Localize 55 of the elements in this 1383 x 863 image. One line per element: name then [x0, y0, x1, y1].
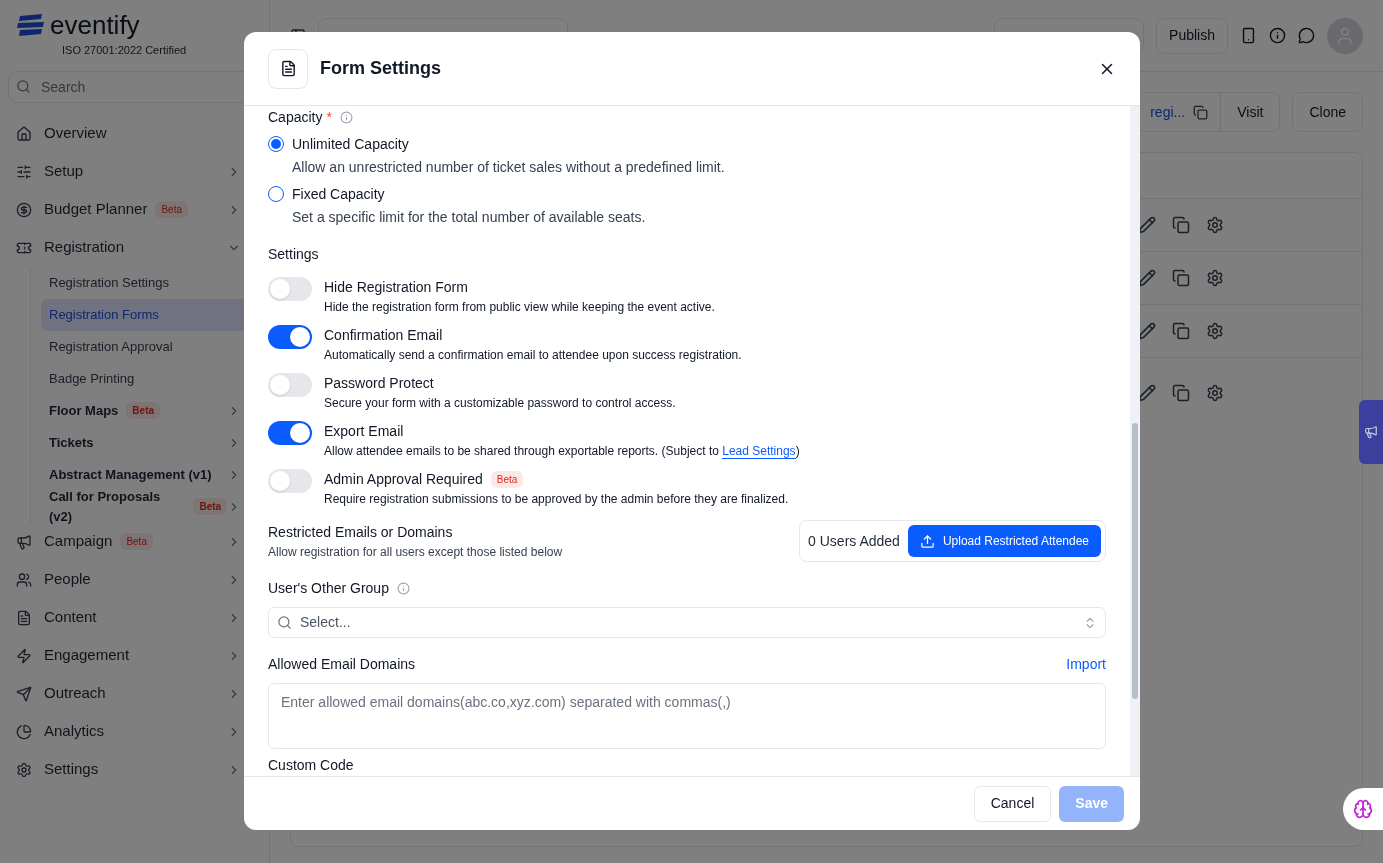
- domains-field[interactable]: Enter allowed email domains(abc.co,xyz.com) separated with commas(,): [268, 683, 1106, 749]
- sidebar-item[interactable]: Outreach: [8, 674, 261, 713]
- beta-badge: Beta: [155, 201, 188, 218]
- sidebar-item[interactable]: Analytics: [8, 712, 261, 751]
- registration-link[interactable]: regi...: [1138, 101, 1221, 123]
- setting-label: Export Email: [324, 422, 404, 441]
- option-label: Unlimited Capacity: [292, 135, 410, 154]
- sidebar-item[interactable]: Setup: [8, 152, 261, 191]
- setting-label: Confirmation Email: [324, 326, 443, 345]
- beta-badge: Beta: [490, 471, 524, 488]
- clone-button[interactable]: Clone: [1292, 92, 1363, 132]
- import-link[interactable]: Import: [1066, 654, 1106, 676]
- settings-heading: Settings: [268, 245, 320, 264]
- custom-code-heading: Custom Code: [268, 756, 355, 775]
- setting-label: Hide Registration Form: [324, 278, 468, 297]
- sidebar-subitem[interactable]: Abstract Management (v1): [41, 458, 261, 491]
- cancel-button[interactable]: Cancel: [973, 785, 1052, 822]
- group-select[interactable]: Select...: [268, 607, 1106, 639]
- sidebar-item[interactable]: Content: [8, 598, 261, 637]
- setting-description: Secure your form with a customizable password to control access.: [324, 395, 676, 412]
- option-description: Set a specific limit for the total number of available seats.: [292, 208, 646, 227]
- group-label: User's Other Group: [268, 579, 389, 598]
- sidebar-item[interactable]: Overview: [8, 114, 261, 153]
- setting-description: Automatically send a confirmation email to attendee upon success registration.: [324, 347, 742, 364]
- lead-settings-link[interactable]: Lead Settings: [722, 444, 796, 459]
- setting-description: Hide the registration form from public view while keeping the event active.: [324, 299, 715, 316]
- domains-label: Allowed Email Domains: [268, 655, 417, 675]
- capacity-label: Capacity: [268, 108, 323, 127]
- beta-badge: Beta: [120, 533, 153, 550]
- publish-button[interactable]: Publish: [1156, 17, 1228, 54]
- restricted-title: Restricted Emails or Domains: [268, 522, 454, 542]
- setting-description: Allow attendee emails to be shared through exportable reports. (Subject to Lead Settings): [324, 443, 800, 460]
- certification-text: ISO 27001:2022 Certified: [62, 43, 188, 58]
- setting-label: Admin Approval Required: [324, 470, 483, 489]
- setting-label: Password Protect: [324, 374, 434, 393]
- option-description: Allow an unrestricted number of ticket sales without a predefined limit.: [292, 158, 725, 177]
- sidebar-item[interactable]: Budget Planner Beta: [8, 190, 261, 229]
- upload-button[interactable]: Upload Restricted Attendee: [907, 525, 1101, 557]
- users-count: 0 Users Added: [807, 531, 900, 551]
- setting-description: Require registration submissions to be approved by the admin before they are finalized.: [324, 491, 789, 508]
- beta-badge: Beta: [193, 498, 228, 515]
- visit-button[interactable]: Visit: [1220, 93, 1280, 131]
- sidebar-subitem[interactable]: Floor Maps Beta: [41, 394, 261, 427]
- brand-name: eventify: [50, 12, 140, 38]
- sidebar-subitem[interactable]: Call for Proposals (v2) Beta: [41, 490, 261, 523]
- beta-badge: Beta: [126, 402, 161, 419]
- required-mark: *: [326, 108, 332, 127]
- sidebar-item[interactable]: People: [8, 560, 261, 599]
- sidebar-item[interactable]: Engagement: [8, 636, 261, 675]
- restricted-subtitle: Allow registration for all users except those listed below: [268, 543, 564, 561]
- modal-title: Form Settings: [320, 57, 441, 80]
- sidebar-item[interactable]: Settings: [8, 750, 261, 789]
- sidebar-subitem[interactable]: Tickets: [41, 426, 261, 459]
- option-label: Fixed Capacity: [292, 185, 386, 204]
- sidebar-item[interactable]: Registration: [8, 228, 261, 267]
